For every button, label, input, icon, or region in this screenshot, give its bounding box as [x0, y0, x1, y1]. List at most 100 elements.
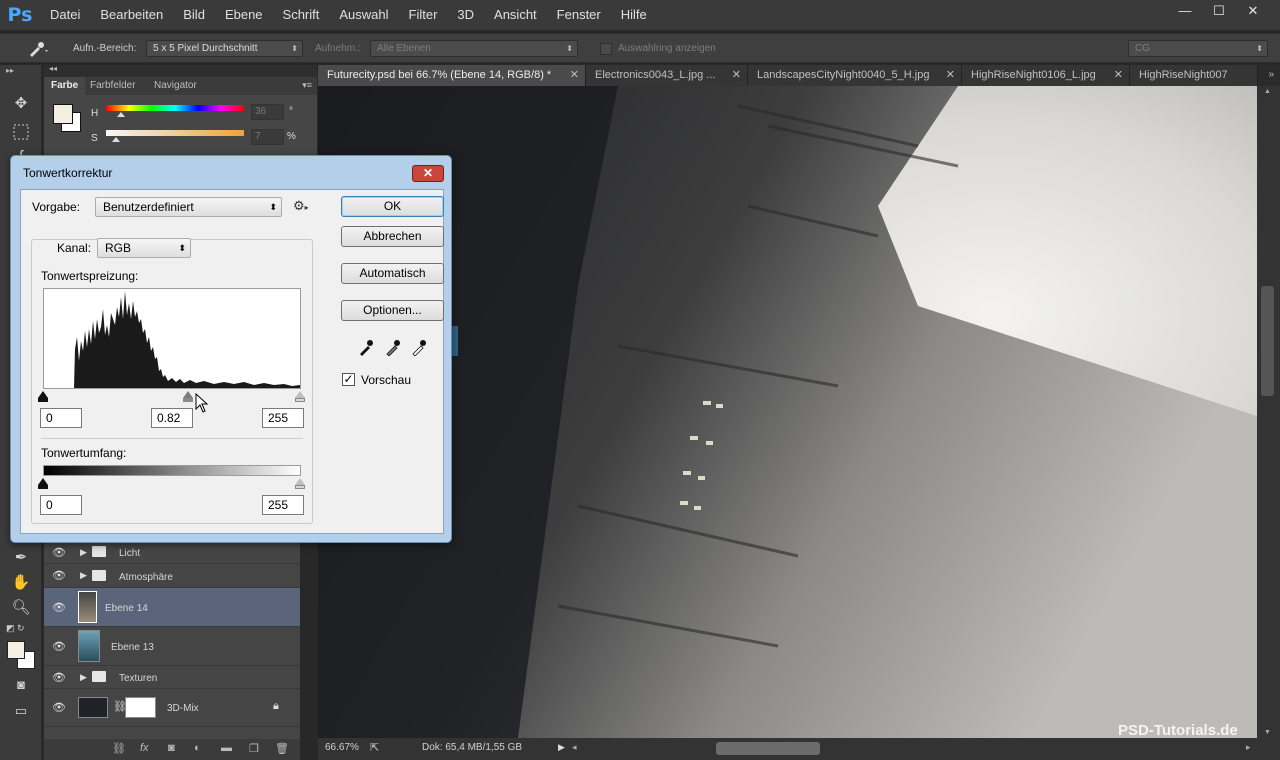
swap-colors-icon[interactable]: ◩ ↻ — [6, 623, 25, 634]
show-ring-checkbox[interactable] — [600, 43, 612, 55]
gray-point-eyedropper-icon[interactable] — [385, 338, 401, 357]
marquee-tool-icon[interactable] — [9, 120, 33, 144]
menu-auswahl[interactable]: Auswahl — [329, 0, 398, 30]
saturation-slider[interactable] — [106, 130, 244, 136]
hue-slider-handle[interactable] — [117, 112, 125, 117]
input-black-slider[interactable] — [38, 391, 48, 398]
vertical-scrollbar[interactable]: ▲ ▼ — [1257, 86, 1280, 738]
add-mask-icon[interactable]: ◙ — [168, 742, 175, 754]
foreground-color-swatch[interactable] — [7, 641, 25, 659]
tab-farbe[interactable]: Farbe — [44, 77, 86, 95]
close-icon[interactable]: ✕ — [570, 65, 579, 86]
hand-tool-icon[interactable]: ✋ — [9, 571, 33, 595]
new-group-icon[interactable]: ▬ — [221, 742, 232, 754]
output-black-field[interactable]: 0 — [40, 495, 82, 515]
doc-tab-electronics[interactable]: Electronics0043_L.jpg ... ✕ — [586, 65, 748, 86]
visibility-eye-icon[interactable]: 👁︎ — [52, 601, 66, 614]
preview-checkbox[interactable]: ✓ — [342, 373, 355, 386]
close-window-button[interactable]: ✕ — [1236, 0, 1270, 22]
close-icon[interactable]: ✕ — [732, 65, 741, 86]
status-menu-icon[interactable]: ▶ — [558, 742, 565, 753]
input-gamma-slider[interactable] — [183, 391, 193, 398]
menu-ebene[interactable]: Ebene — [215, 0, 273, 30]
layer-mask-thumbnail[interactable] — [125, 697, 156, 718]
white-point-eyedropper-icon[interactable] — [411, 338, 427, 357]
group-expand-icon[interactable]: ▶ — [80, 672, 87, 683]
close-icon[interactable]: ✕ — [946, 65, 955, 86]
layer-row-atmosphaere[interactable]: 👁︎ ▶ Atmosphäre — [44, 564, 300, 588]
zoom-level[interactable]: 66.67% — [325, 742, 359, 753]
options-button[interactable]: Optionen... — [341, 300, 444, 321]
hscroll-right-icon[interactable]: ▸ — [1246, 742, 1251, 753]
visibility-eye-icon[interactable]: 👁︎ — [52, 640, 66, 653]
layer-row-3d-mix[interactable]: 👁︎ ⛓ 3D-Mix 🔒︎ — [44, 689, 300, 727]
auto-button[interactable]: Automatisch — [341, 263, 444, 284]
input-gamma-field[interactable]: 0.82 — [151, 408, 193, 428]
doc-tab-futurecity[interactable]: Futurecity.psd bei 66.7% (Ebene 14, RGB/… — [318, 65, 586, 86]
menu-ansicht[interactable]: Ansicht — [484, 0, 547, 30]
menu-datei[interactable]: Datei — [40, 0, 90, 30]
menu-hilfe[interactable]: Hilfe — [611, 0, 657, 30]
tabs-overflow-icon[interactable]: » — [1268, 69, 1274, 80]
ok-button[interactable]: OK — [341, 196, 444, 217]
quick-mask-icon[interactable]: ◙ — [9, 673, 33, 697]
layer-row-ebene-14[interactable]: 👁︎ Ebene 14 — [44, 588, 300, 627]
scroll-thumb[interactable] — [1261, 286, 1274, 396]
hscroll-left-icon[interactable]: ◂ — [572, 742, 577, 753]
layer-row-licht[interactable]: 👁︎ ▶ Licht — [44, 541, 300, 564]
menu-bearbeiten[interactable]: Bearbeiten — [90, 0, 173, 30]
link-layers-icon[interactable]: ⛓ — [112, 742, 126, 755]
visibility-eye-icon[interactable]: 👁︎ — [52, 671, 66, 684]
hue-slider[interactable] — [106, 105, 244, 111]
document-canvas[interactable]: PSD-Tutorials.de — [318, 86, 1257, 738]
pen-tool-icon[interactable]: ✒ — [9, 546, 33, 570]
hue-value-field[interactable]: 36 — [251, 104, 284, 120]
cancel-button[interactable]: Abbrechen — [341, 226, 444, 247]
new-layer-icon[interactable]: ❐ — [249, 742, 259, 755]
layer-row-texturen[interactable]: 👁︎ ▶ Texturen — [44, 666, 300, 689]
layer-style-icon[interactable]: fx — [140, 742, 149, 754]
scroll-down-icon[interactable]: ▼ — [1264, 729, 1271, 736]
input-white-field[interactable]: 255 — [262, 408, 304, 428]
layer-row-ebene-13[interactable]: 👁︎ Ebene 13 — [44, 627, 300, 666]
menu-3d[interactable]: 3D — [447, 0, 484, 30]
export-icon[interactable]: ⇱ — [370, 741, 379, 754]
close-icon[interactable]: ✕ — [1114, 65, 1123, 86]
visibility-eye-icon[interactable]: 👁︎ — [52, 546, 66, 559]
sample-size-select[interactable]: 5 x 5 Pixel Durchschnitt ⬍ — [146, 40, 303, 57]
menu-bild[interactable]: Bild — [173, 0, 215, 30]
doc-tab-landscapes[interactable]: LandscapesCityNight0040_5_H.jpg ✕ — [748, 65, 962, 86]
preset-options-gear-icon[interactable]: ⚙▸ — [293, 198, 309, 214]
menu-filter[interactable]: Filter — [399, 0, 448, 30]
tab-navigator[interactable]: Navigator — [147, 77, 204, 95]
eyedropper-tool-icon[interactable] — [24, 39, 48, 59]
horizontal-scroll-thumb[interactable] — [716, 742, 820, 755]
minimize-button[interactable]: — — [1168, 0, 1202, 22]
doc-tab-highrise-0106[interactable]: HighRiseNight0106_L.jpg ✕ — [962, 65, 1130, 86]
visibility-eye-icon[interactable]: 👁︎ — [52, 569, 66, 582]
menu-fenster[interactable]: Fenster — [547, 0, 611, 30]
black-point-eyedropper-icon[interactable] — [358, 338, 374, 356]
channel-select[interactable]: RGB ⬍ — [97, 238, 191, 258]
sample-select[interactable]: Alle Ebenen ⬍ — [370, 40, 578, 57]
delete-layer-icon[interactable]: 🗑︎ — [275, 742, 289, 755]
visibility-eye-icon[interactable]: 👁︎ — [52, 701, 66, 714]
menu-schrift[interactable]: Schrift — [273, 0, 330, 30]
dialog-close-button[interactable]: ✕ — [412, 165, 444, 182]
dock-collapse-icon[interactable]: ◂◂ — [49, 64, 57, 73]
output-black-slider[interactable] — [38, 478, 48, 485]
panel-menu-icon[interactable]: ▾≡ — [302, 80, 312, 91]
saturation-slider-handle[interactable] — [112, 137, 120, 142]
output-white-slider[interactable] — [295, 478, 305, 485]
zoom-tool-icon[interactable]: 🔍︎ — [9, 596, 33, 620]
maximize-button[interactable]: ☐ — [1202, 0, 1236, 22]
move-tool-icon[interactable]: ✥ — [9, 92, 33, 116]
saturation-value-field[interactable]: 7 — [251, 129, 284, 145]
workspace-select[interactable]: CG ⬍ — [1128, 40, 1268, 57]
doc-tab-highrise-007[interactable]: HighRiseNight007 — [1130, 65, 1258, 86]
input-black-field[interactable]: 0 — [40, 408, 82, 428]
panel-fg-swatch[interactable] — [53, 104, 73, 124]
tab-farbfelder[interactable]: Farbfelder — [83, 77, 143, 95]
input-white-slider[interactable] — [295, 391, 305, 398]
group-expand-icon[interactable]: ▶ — [80, 570, 87, 581]
